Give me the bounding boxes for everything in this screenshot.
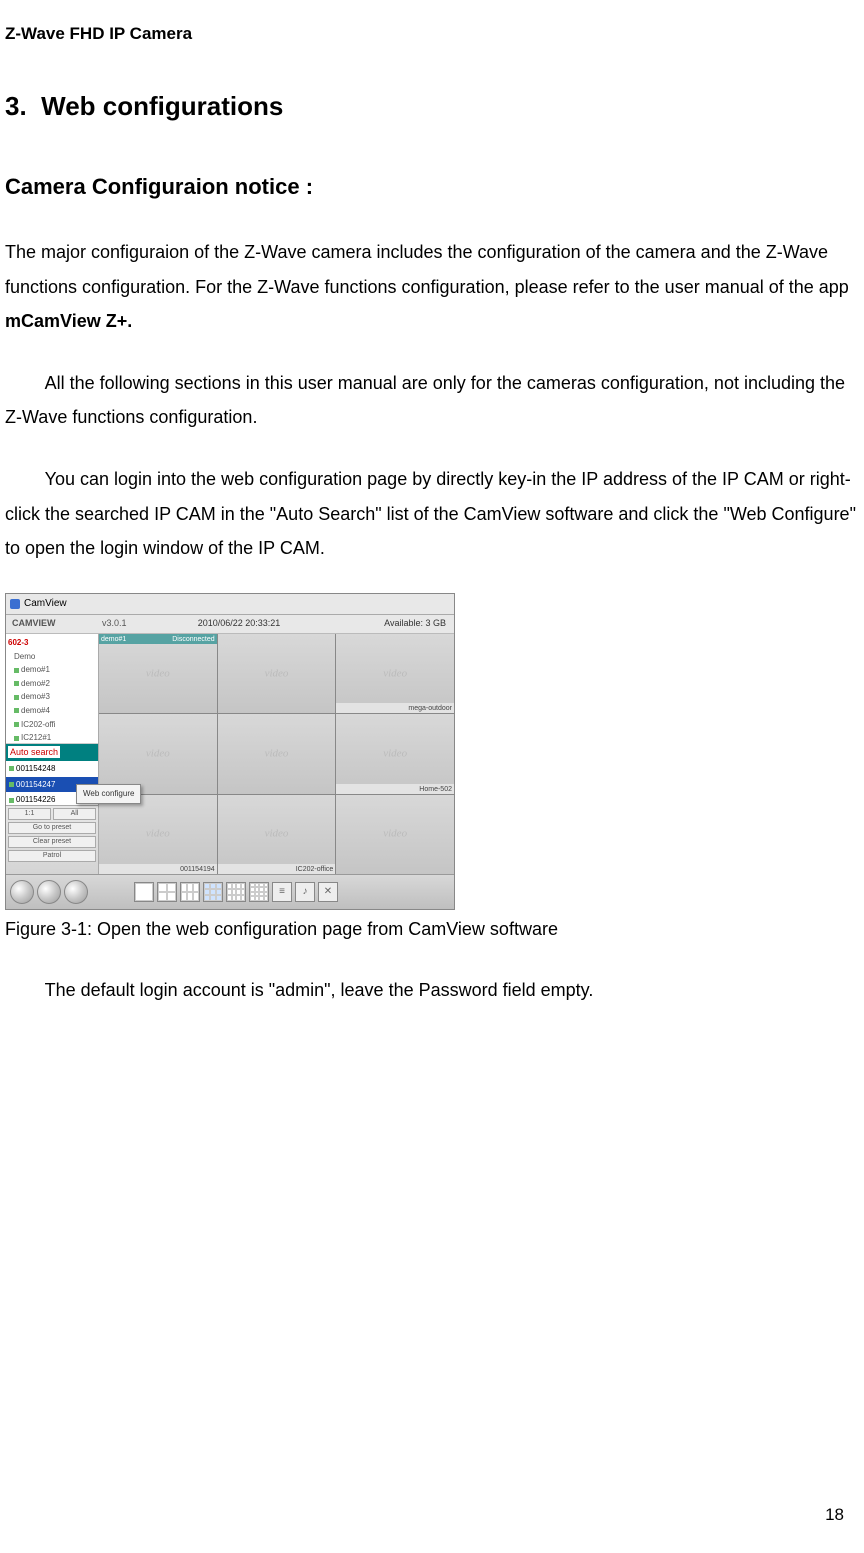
btn-goto-preset[interactable]: Go to preset xyxy=(8,822,96,834)
video-placeholder-icon: video xyxy=(146,664,170,683)
available-label: Available: 3 GB xyxy=(336,616,454,631)
auto-search-list[interactable]: 001154248 001154247 001154226 Web config… xyxy=(6,761,98,805)
section-number: 3. xyxy=(5,91,27,121)
bottom-toolbar: ≡ ♪ ✕ xyxy=(6,874,454,909)
layout-12-icon[interactable] xyxy=(226,882,246,902)
auto-search-item[interactable]: 001154248 xyxy=(6,761,98,777)
auto-search-header: Auto search xyxy=(6,744,98,761)
page-number: 18 xyxy=(825,1501,854,1530)
tree-leaf[interactable]: IC202-offi xyxy=(8,718,96,732)
video-placeholder-icon: video xyxy=(383,664,407,683)
video-cell[interactable]: video IC202-office xyxy=(218,795,336,874)
window-titlebar: CamView xyxy=(6,594,454,615)
tree-leaf[interactable]: demo#2 xyxy=(8,677,96,691)
ptz-control-panel: 1:1 All Go to preset Clear preset Patrol xyxy=(6,805,98,874)
video-placeholder-icon: video xyxy=(146,745,170,764)
subsection-title: Camera Configuraion notice : xyxy=(5,168,859,205)
sound-icon[interactable]: ♪ xyxy=(295,882,315,902)
app-name-bold: mCamView Z+. xyxy=(5,311,132,331)
video-cell[interactable]: video xyxy=(336,795,454,874)
video-cell[interactable]: video xyxy=(218,714,336,793)
btn-clear-preset[interactable]: Clear preset xyxy=(8,836,96,848)
record-button[interactable] xyxy=(10,880,34,904)
layout-9-icon[interactable] xyxy=(203,882,223,902)
doc-header: Z-Wave FHD IP Camera xyxy=(5,20,859,49)
tree-leaf[interactable]: demo#4 xyxy=(8,704,96,718)
tree-demo[interactable]: Demo xyxy=(8,650,96,664)
section-title-text: Web configurations xyxy=(41,91,283,121)
video-placeholder-icon: video xyxy=(265,825,289,844)
paragraph-1: The major configuraion of the Z-Wave cam… xyxy=(5,235,859,338)
app-icon xyxy=(10,599,20,609)
app-topbar: CAMVIEW v3.0.1 2010/06/22 20:33:21 Avail… xyxy=(6,615,454,634)
camera-tree[interactable]: 602-3 Demo demo#1 demo#2 demo#3 demo#4 I… xyxy=(6,634,98,744)
window-title: CamView xyxy=(24,595,67,612)
paragraph-3: You can login into the web configuration… xyxy=(5,462,859,565)
layout-6-icon[interactable] xyxy=(180,882,200,902)
video-cell[interactable]: video xyxy=(218,634,336,713)
layout-4-icon[interactable] xyxy=(157,882,177,902)
list-icon[interactable]: ≡ xyxy=(272,882,292,902)
video-cell[interactable]: video xyxy=(99,714,217,793)
play-button[interactable] xyxy=(64,880,88,904)
figure-caption: Figure 3-1: Open the web configuration p… xyxy=(5,914,859,945)
btn-all[interactable]: All xyxy=(53,808,96,820)
tree-leaf[interactable]: IC212#1 xyxy=(8,731,96,744)
btn-1-1[interactable]: 1:1 xyxy=(8,808,51,820)
context-menu-web-configure[interactable]: Web configure xyxy=(76,784,98,804)
video-cell[interactable]: demo#1Disconnected video xyxy=(99,634,217,713)
paragraph-2: All the following sections in this user … xyxy=(5,366,859,434)
snapshot-button[interactable] xyxy=(37,880,61,904)
section-title: 3. Web configurations xyxy=(5,84,859,128)
video-placeholder-icon: video xyxy=(265,664,289,683)
tree-leaf[interactable]: demo#1 xyxy=(8,663,96,677)
tree-root[interactable]: 602-3 xyxy=(8,636,96,650)
settings-icon[interactable]: ✕ xyxy=(318,882,338,902)
btn-patrol[interactable]: Patrol xyxy=(8,850,96,862)
datetime-label: 2010/06/22 20:33:21 xyxy=(142,616,336,631)
tree-leaf[interactable]: demo#3 xyxy=(8,690,96,704)
video-placeholder-icon: video xyxy=(265,745,289,764)
video-cell[interactable]: video Home-502 xyxy=(336,714,454,793)
video-placeholder-icon: video xyxy=(146,825,170,844)
brand-logo: CAMVIEW xyxy=(6,616,102,631)
left-panel: 602-3 Demo demo#1 demo#2 demo#3 demo#4 I… xyxy=(6,634,99,874)
video-cell[interactable]: video 001154194 xyxy=(99,795,217,874)
video-grid: demo#1Disconnected video video video meg… xyxy=(99,634,454,874)
paragraph-1a: The major configuraion of the Z-Wave cam… xyxy=(5,242,849,296)
paragraph-4: The default login account is "admin", le… xyxy=(5,973,859,1007)
figure-camview-screenshot: CamView CAMVIEW v3.0.1 2010/06/22 20:33:… xyxy=(5,593,455,910)
video-placeholder-icon: video xyxy=(383,745,407,764)
video-placeholder-icon: video xyxy=(383,825,407,844)
layout-1-icon[interactable] xyxy=(134,882,154,902)
layout-16-icon[interactable] xyxy=(249,882,269,902)
version-label: v3.0.1 xyxy=(102,616,142,631)
video-cell[interactable]: video mega-outdoor xyxy=(336,634,454,713)
